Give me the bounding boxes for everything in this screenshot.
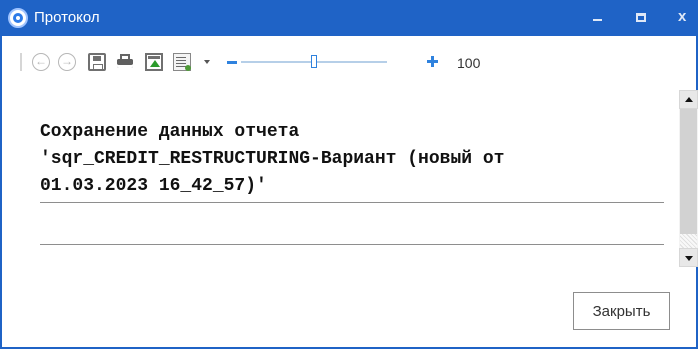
save-icon[interactable] (88, 53, 106, 71)
zoom-slider[interactable] (241, 53, 387, 71)
settings-icon[interactable] (173, 53, 191, 71)
zoom-out-icon[interactable] (226, 53, 238, 71)
toolbar-separator (20, 53, 22, 71)
app-icon (8, 8, 28, 28)
print-icon[interactable] (116, 53, 134, 71)
report-toolbar: ← → 100 (12, 45, 652, 79)
report-divider (40, 202, 664, 203)
scroll-down-arrow-icon[interactable] (679, 248, 698, 267)
zoom-value: 100 (457, 55, 481, 71)
scrollbar-thumb[interactable] (680, 109, 697, 234)
scrollbar-track[interactable] (680, 234, 697, 248)
close-button[interactable]: Закрыть (573, 292, 670, 330)
back-icon[interactable]: ← (32, 53, 50, 71)
maximize-button[interactable] (619, 0, 663, 36)
vertical-scrollbar[interactable] (679, 90, 698, 267)
report-content: Сохранение данных отчета 'sqr_CREDIT_RES… (18, 90, 667, 267)
zoom-in-icon[interactable] (426, 53, 440, 71)
forward-icon[interactable]: → (58, 53, 76, 71)
close-icon: x (678, 8, 687, 25)
chevron-down-icon[interactable] (204, 60, 210, 64)
maximize-icon (636, 13, 646, 22)
report-message: Сохранение данных отчета 'sqr_CREDIT_RES… (40, 122, 505, 196)
minimize-button[interactable] (575, 0, 619, 36)
export-icon[interactable] (145, 53, 163, 71)
title-bar[interactable]: Протокол x (0, 0, 698, 36)
protocol-window: Протокол x ← → 100 Сохранение данных отч… (0, 0, 698, 349)
zoom-slider-thumb[interactable] (311, 55, 317, 68)
window-title: Протокол (34, 9, 100, 26)
scroll-up-arrow-icon[interactable] (679, 90, 698, 109)
window-close-button[interactable]: x (662, 0, 698, 36)
report-divider (40, 244, 664, 245)
minimize-icon (593, 19, 602, 21)
